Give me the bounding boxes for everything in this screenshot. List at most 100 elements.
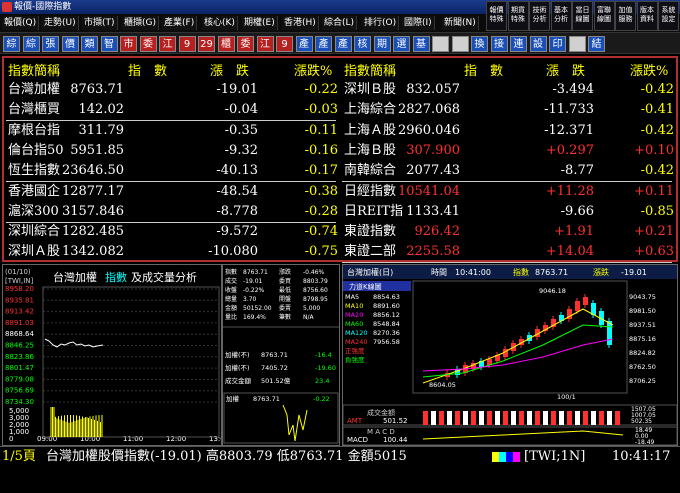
toolbar-icon-4[interactable]: 類 (81, 36, 98, 52)
toolbar-icon-14[interactable]: 9 (276, 36, 293, 52)
toolbar-button-2[interactable]: 技術 分析 (529, 1, 550, 31)
status-time: 10:41:17 (612, 449, 671, 464)
quote-detail-panel: 指數 8763.71 漲跌 -0.46% 成交 -19.01 委買 8803.79 收盤 -0.2… (222, 264, 340, 446)
toolbar-icon-7[interactable]: 委 (139, 36, 157, 52)
toolbar-icon-3[interactable]: 價 (61, 36, 79, 52)
toolbar-button-7[interactable]: 版本 資料 (636, 1, 658, 31)
toolbar-icon-30[interactable]: 結 (588, 36, 605, 52)
toolbar-button-3[interactable]: 基本 分析 (550, 1, 572, 31)
toolbar-icon-1[interactable]: 綜 (22, 36, 40, 52)
menu-item-9[interactable]: 排行(O) (362, 16, 400, 30)
quote-name: 香港國企 (8, 183, 61, 199)
toolbar-button-6[interactable]: 加值 服務 (615, 1, 636, 31)
menu-item-8[interactable]: 綜合(L) (322, 16, 358, 30)
amount-title: 成交金額 (367, 408, 395, 417)
amount-tick: 502.35 (631, 418, 652, 425)
quote-name: 南韓綜合 (344, 163, 397, 179)
toolbar-icon-20[interactable]: 選 (393, 36, 410, 52)
col-header-pct: 漲跌% (294, 64, 333, 79)
legend-label: MA10 (345, 302, 363, 310)
col-header-pct: 漲跌% (630, 64, 669, 79)
quote-row[interactable]: 上海Ａ股 2960.046 -12.371 -0.42 (340, 121, 676, 141)
quote-row[interactable]: 深圳Ａ股 1342.082 -10.080 -0.75 (4, 242, 340, 262)
toolbar-icon-21[interactable]: 基 (412, 36, 430, 52)
quote-row[interactable]: 香港國企 12877.17 -48.54 -0.38 (4, 182, 340, 202)
toolbar-icon-25[interactable]: 接 (490, 36, 508, 52)
mini-chart-label: 加權 (226, 394, 240, 403)
quote-row[interactable]: 台灣櫃買 142.02 -0.04 -0.03 (4, 100, 340, 120)
quote-row[interactable]: 日REIT指 1133.41 -9.66 -0.85 (340, 202, 676, 222)
detail-label: 成交 (225, 277, 237, 285)
toolbar-icon-23[interactable] (451, 36, 469, 52)
menu-item-7[interactable]: 香港(H) (282, 16, 319, 30)
quote-row[interactable]: 台灣加權 8763.71 -19.01 -0.22 (4, 80, 340, 100)
toolbar-icon-18[interactable]: 核 (354, 36, 371, 52)
toolbar-icon-0[interactable]: 綜 (3, 36, 20, 52)
quote-pct: -0.16 (304, 142, 338, 158)
quote-row[interactable]: 恆生指數 23646.50 -40.13 -0.17 (4, 161, 340, 181)
menu-item-11[interactable]: 新聞(N) (442, 16, 479, 30)
amount-bar (431, 411, 436, 425)
toolbar-icon-8[interactable]: 江 (159, 36, 176, 52)
quote-row[interactable]: 上海Ｂ股 307.900 +0.297 +0.10 (340, 141, 676, 161)
toolbar-button-5[interactable]: 富聯 線圖 (593, 1, 615, 31)
toolbar-icon-5[interactable]: 智 (100, 36, 118, 52)
quote-row[interactable]: 日經指數 10541.04 +11.28 +0.11 (340, 182, 676, 202)
detail-label: 委賣 (279, 304, 291, 312)
menu-item-0[interactable]: 報價(Q) (2, 16, 40, 30)
quote-pct: -0.03 (304, 102, 338, 118)
quote-row[interactable]: 上海綜合 2827.068 -11.733 -0.41 (340, 100, 676, 120)
status-page[interactable]: 1/5頁 (2, 447, 36, 467)
quote-row[interactable]: 摩根台指 311.79 -0.35 -0.11 (4, 121, 340, 141)
toolbar-button-8[interactable]: 系統 設定 (658, 1, 679, 31)
quote-pct: -0.74 (304, 224, 338, 240)
toolbar-icon-2[interactable]: 張 (42, 36, 59, 52)
toolbar-icon-22[interactable] (432, 36, 449, 52)
toolbar-icon-16[interactable]: 產 (315, 36, 332, 52)
toolbar-icon-28[interactable]: 印 (549, 36, 566, 52)
toolbar-icon-27[interactable]: 設 (529, 36, 547, 52)
toolbar-icon-24[interactable]: 換 (471, 36, 488, 52)
quote-row[interactable]: 深圳Ｂ股 832.057 -3.494 -0.42 (340, 80, 676, 100)
menu-item-4[interactable]: 產業(F) (162, 16, 198, 30)
toolbar-button-4[interactable]: 當日 線圖 (572, 1, 593, 31)
row-divider (6, 120, 336, 122)
menu-item-5[interactable]: 核心(K) (202, 16, 238, 30)
toolbar-button-1[interactable]: 期貨 特殊 (507, 1, 529, 31)
menu-item-10[interactable]: 國際(I) (402, 16, 435, 30)
toolbar-icon-13[interactable]: 江 (256, 36, 274, 52)
toolbar-icon-29[interactable] (568, 36, 586, 52)
toolbar-icon-6[interactable]: 市 (120, 36, 137, 52)
quote-row[interactable]: 深圳綜合 1282.485 -9.572 -0.74 (4, 222, 340, 242)
quote-price: 2960.046 (397, 122, 460, 138)
quote-pct: -0.38 (304, 183, 338, 199)
quote-row[interactable]: 東證指數 926.42 +1.91 +0.21 (340, 222, 676, 242)
quote-row[interactable]: 滬深300 3157.846 -8.778 -0.28 (4, 202, 340, 222)
toolbar-icon-12[interactable]: 委 (237, 36, 254, 52)
toolbar-icon-19[interactable]: 期 (373, 36, 391, 52)
y-tick-label: 8958.20 (5, 285, 34, 293)
toolbar-label: 特殊 (489, 15, 504, 23)
toolbar-icon-11[interactable]: 櫃 (217, 36, 235, 52)
quote-row[interactable]: 南韓綜合 2077.43 -8.77 -0.42 (340, 161, 676, 181)
quote-row[interactable]: 倫台指50 5951.85 -9.32 -0.16 (4, 141, 340, 161)
quote-price: 142.02 (78, 102, 125, 118)
toolbar-icon-15[interactable]: 產 (295, 36, 313, 52)
mini-chart-change: -0.22 (313, 395, 330, 403)
amount-bar (607, 411, 612, 425)
toolbar-icon-10[interactable]: 29 (198, 36, 215, 52)
quote-row[interactable]: 東證二部 2255.58 +14.04 +0.63 (340, 242, 676, 262)
toolbar-icon-26[interactable]: 連 (510, 36, 527, 52)
summary-value: 7405.72 (261, 364, 288, 372)
summary-change: -19.60 (315, 364, 336, 372)
menu-item-6[interactable]: 期權(E) (242, 16, 278, 30)
toolbar-icon-9[interactable]: 9 (178, 36, 196, 52)
menu-item-2[interactable]: 市擷(T) (82, 16, 118, 30)
quote-name: 日REIT指 (344, 203, 404, 219)
toolbar-icon-17[interactable]: 產 (334, 36, 352, 52)
menu-item-3[interactable]: 櫃擷(G) (122, 16, 159, 30)
menu-item-1[interactable]: 走勢(U) (42, 16, 79, 30)
toolbar-button-0[interactable]: 報價 特殊 (486, 1, 507, 31)
toolbar-label: 當日 (575, 6, 590, 14)
toolbar-label: 富聯 (597, 6, 611, 14)
